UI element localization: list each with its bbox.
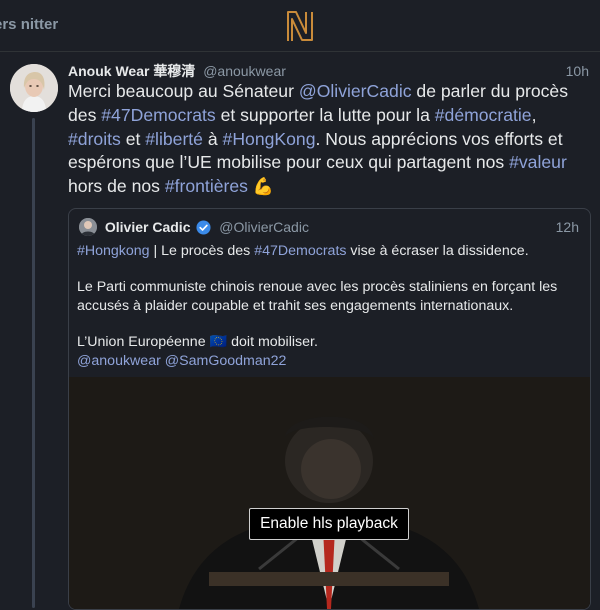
- quote-header: Olivier Cadic @OlivierCadic 12h: [79, 217, 579, 237]
- hashtag-link[interactable]: #démocratie: [435, 105, 532, 125]
- text-segment: à: [202, 128, 223, 149]
- text-segment: et supporter la lutte pour la: [215, 104, 435, 125]
- quote-paragraph: Le Parti communiste chinois renoue avec …: [77, 279, 558, 314]
- nitter-logo[interactable]: [284, 9, 316, 43]
- text-segment: ,: [531, 104, 537, 125]
- eu-flag-emoji: 🇪🇺: [209, 334, 228, 350]
- thread-line: [32, 118, 35, 608]
- quote-mentions: @anoukwear @SamGoodman22: [77, 352, 577, 371]
- text-segment: et: [120, 128, 146, 149]
- quote-author-handle[interactable]: @OlivierCadic: [219, 219, 309, 235]
- author-name[interactable]: Anouk Wear 華穆清: [68, 63, 195, 79]
- text-segment: L’Union Européenne: [77, 334, 210, 350]
- mention-link[interactable]: @SamGoodman22: [161, 353, 287, 369]
- hashtag-link[interactable]: #droits: [68, 129, 121, 149]
- quote-author-name[interactable]: Olivier Cadic: [105, 219, 191, 235]
- hashtag-link[interactable]: #HongKong: [223, 129, 316, 149]
- tweet-text: Merci beaucoup au Sénateur @OlivierCadic…: [68, 80, 594, 199]
- hashtag-link[interactable]: #47Democrats: [254, 243, 346, 259]
- text-segment: vise à écraser la dissidence.: [346, 243, 529, 259]
- author-handle[interactable]: @anoukwear: [203, 63, 286, 79]
- instance-name-link[interactable]: ers nitter: [0, 16, 58, 33]
- hashtag-link[interactable]: #47Democrats: [101, 105, 215, 125]
- quote-avatar[interactable]: [79, 218, 97, 236]
- mention-link[interactable]: @anoukwear: [77, 353, 161, 369]
- hashtag-link[interactable]: #liberté: [145, 129, 203, 149]
- hashtag-link[interactable]: #valeur: [509, 152, 567, 172]
- tweet-timestamp[interactable]: 10h: [566, 61, 589, 81]
- hashtag-link[interactable]: #Hongkong: [77, 243, 150, 259]
- enable-hls-playback-button[interactable]: Enable hls playback: [249, 508, 409, 540]
- top-navigation-bar: ers nitter: [0, 0, 600, 52]
- flexed-biceps-emoji: 💪: [247, 177, 274, 197]
- quote-line-1: #Hongkong | Le procès des #47Democrats v…: [77, 242, 577, 261]
- video-player[interactable]: Enable hls playback: [69, 377, 590, 609]
- text-segment: Merci beaucoup au Sénateur: [68, 81, 299, 101]
- quoted-tweet[interactable]: Olivier Cadic @OlivierCadic 12h #Hongkon…: [68, 208, 591, 610]
- quote-timestamp[interactable]: 12h: [556, 217, 579, 237]
- text-segment: doit mobiliser.: [227, 334, 318, 350]
- text-segment: | Le procès des: [149, 243, 255, 259]
- hashtag-link[interactable]: #frontières: [165, 176, 248, 196]
- avatar[interactable]: [10, 64, 58, 112]
- quote-line-3: L’Union Européenne 🇪🇺 doit mobiliser.: [77, 333, 577, 352]
- video-frame: [69, 377, 590, 609]
- mention-link[interactable]: @OlivierCadic: [299, 81, 412, 101]
- tweet-header: Anouk Wear 華穆清 @anoukwear 10h: [68, 61, 590, 81]
- verified-badge-icon: [196, 220, 211, 235]
- text-segment: hors de nos: [68, 176, 165, 197]
